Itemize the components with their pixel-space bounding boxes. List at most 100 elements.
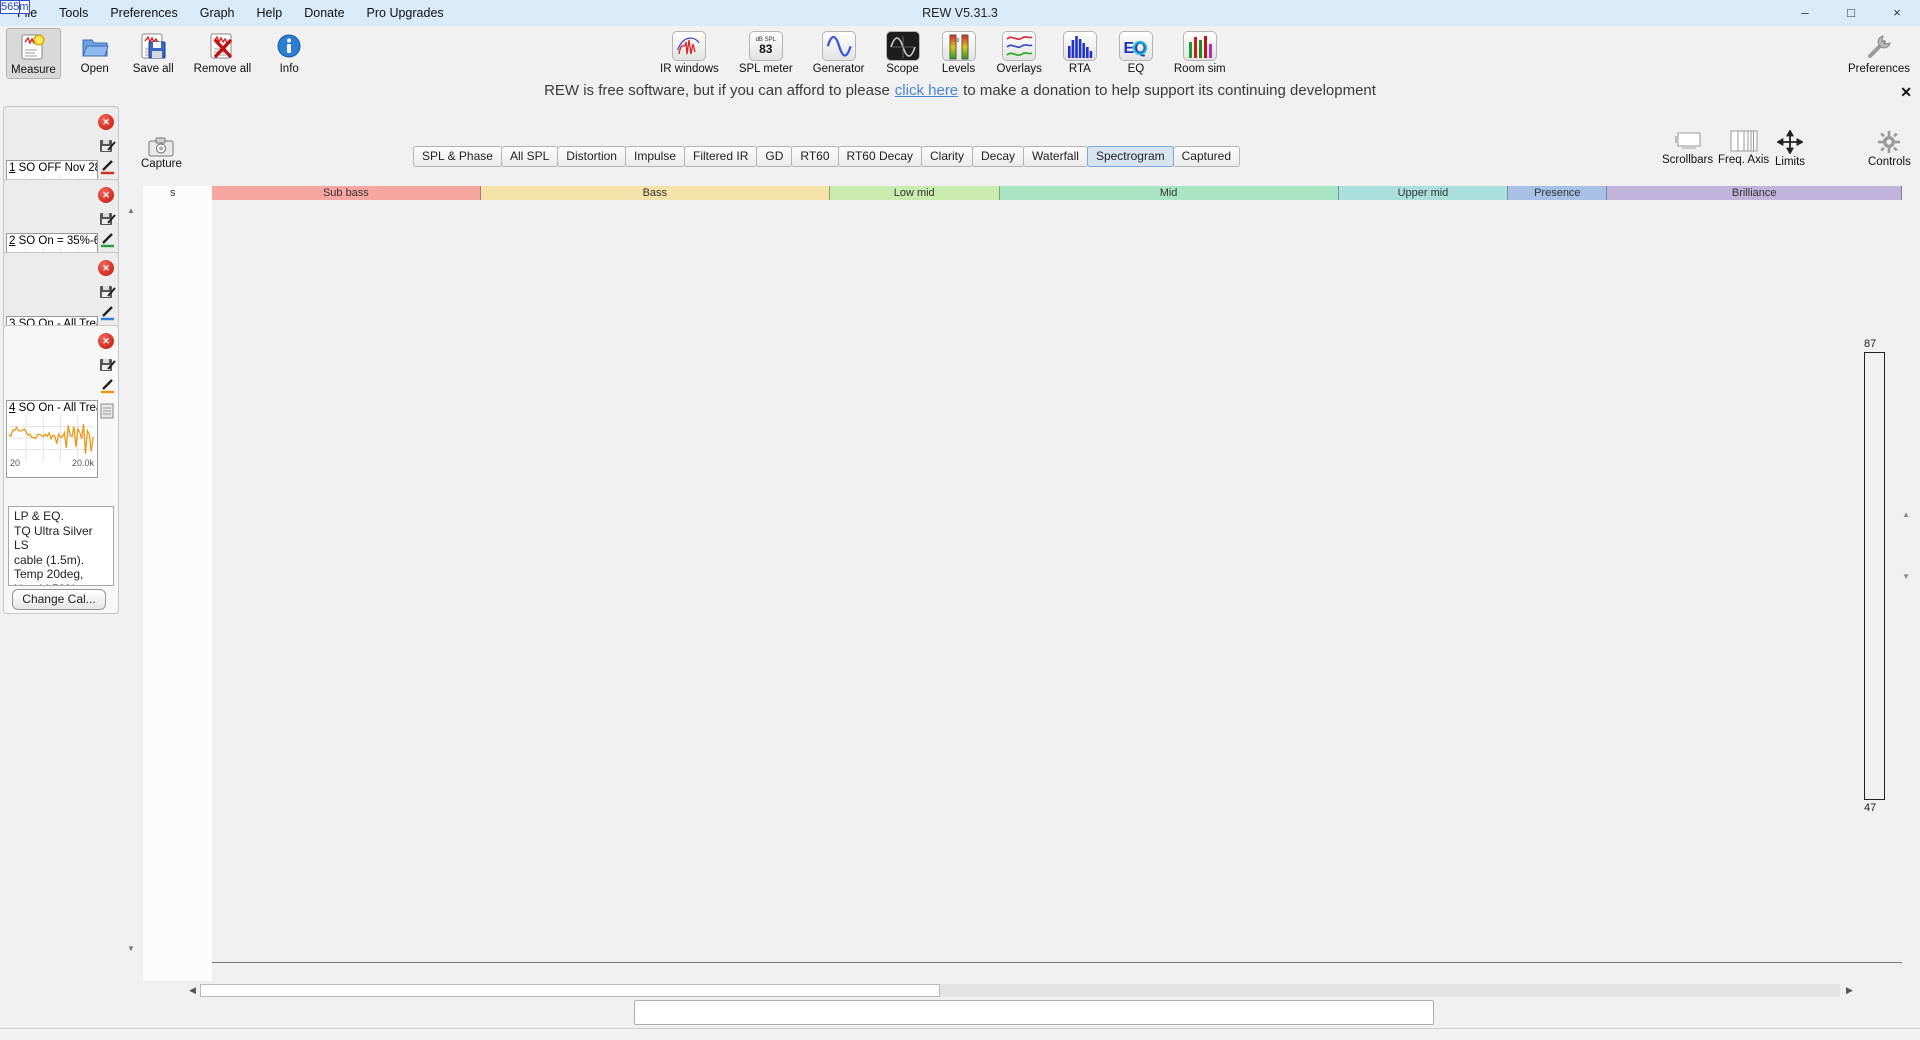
menu-preferences[interactable]: Preferences <box>99 0 188 26</box>
hscroll-thumb[interactable] <box>200 984 940 997</box>
measurement-sparkline <box>7 415 97 461</box>
toolbar-left-group: Measure Open Save all Remove all Info <box>6 28 311 79</box>
measure-button[interactable]: Measure <box>6 28 61 79</box>
tab-impulse[interactable]: Impulse <box>624 146 686 167</box>
freq-axis-label: Freq. Axis <box>1718 154 1770 166</box>
spl-meter-label: SPL meter <box>738 63 793 75</box>
preferences-icon <box>1861 30 1897 62</box>
notes-scroll-down-icon[interactable]: ▼ <box>1902 572 1910 581</box>
measurement-title: 4 SO On - All Treat <box>9 402 97 414</box>
save-measurement-icon[interactable] <box>99 211 116 226</box>
open-icon <box>77 30 113 62</box>
tab-captured[interactable]: Captured <box>1172 146 1241 167</box>
graph-tab-bar: SPL & Phase All SPL Distortion Impulse Filte… <box>413 146 1241 167</box>
eq-button[interactable]: EQ EQ <box>1114 28 1158 77</box>
trace-settings-icon[interactable] <box>99 233 116 248</box>
trace-settings-icon[interactable] <box>99 306 116 321</box>
scroll-up-icon[interactable]: ▲ <box>127 206 135 215</box>
overlays-label: Overlays <box>996 63 1042 75</box>
tab-filtered-ir[interactable]: Filtered IR <box>684 146 758 167</box>
window-buttons: – □ × <box>1782 0 1920 26</box>
menu-pro-upgrades[interactable]: Pro Upgrades <box>356 0 455 26</box>
preferences-button[interactable]: Preferences <box>1844 28 1914 77</box>
tab-rt60-decay[interactable]: RT60 Decay <box>837 146 922 167</box>
note-line: Humid 50%. <box>14 582 99 585</box>
close-button[interactable]: × <box>1874 0 1920 26</box>
tab-decay[interactable]: Decay <box>972 146 1025 167</box>
menu-donate[interactable]: Donate <box>293 0 355 26</box>
generator-button[interactable]: Generator <box>809 28 869 77</box>
y-axis-gutter <box>143 186 212 981</box>
save-measurement-icon[interactable] <box>99 284 116 299</box>
spectrogram-canvas[interactable] <box>212 200 1902 963</box>
menu-graph[interactable]: Graph <box>189 0 246 26</box>
thumbnail-axis-labels: 20 20.0k <box>7 458 97 469</box>
measurement-thumbnail-4[interactable]: 4 SO On - All Treat 20 20.0k <box>6 400 98 478</box>
hscroll-left-icon[interactable]: ◀ <box>189 984 196 997</box>
remove-all-button[interactable]: Remove all <box>190 28 256 79</box>
overlays-button[interactable]: Overlays <box>993 28 1046 77</box>
freq-axis-button[interactable]: Freq. Axis <box>1718 130 1769 166</box>
trace-settings-icon[interactable] <box>99 160 116 175</box>
status-bar <box>0 1028 1920 1040</box>
tab-spectrogram[interactable]: Spectrogram <box>1086 146 1174 167</box>
spl-meter-button[interactable]: dB SPL 83 SPL meter <box>735 28 797 77</box>
horizontal-scrollbar[interactable] <box>200 984 1840 997</box>
banner-text-after: to make a donation to help support its c… <box>963 82 1376 99</box>
controls-button[interactable]: Controls <box>1868 130 1911 168</box>
maximize-button[interactable]: □ <box>1828 0 1874 26</box>
tab-clarity[interactable]: Clarity <box>921 146 974 167</box>
levels-label: Levels <box>941 63 976 75</box>
title-bar: FileToolsPreferencesGraphHelpDonatePro U… <box>0 0 1920 26</box>
remove-measurement-icon[interactable]: ✕ <box>98 187 114 203</box>
notes-icon[interactable] <box>100 403 117 419</box>
menu-tools[interactable]: Tools <box>48 0 99 26</box>
banner-close-icon[interactable]: ✕ <box>1900 84 1912 101</box>
tab-distortion[interactable]: Distortion <box>557 146 626 167</box>
scrollbars-button[interactable]: Scrollbars <box>1662 130 1713 166</box>
trace-settings-icon[interactable] <box>99 379 116 394</box>
hscroll-right-icon[interactable]: ▶ <box>1846 984 1853 997</box>
tab-gd[interactable]: GD <box>756 146 793 167</box>
save-all-button[interactable]: Save all <box>129 28 178 79</box>
remove-measurement-icon[interactable]: ✕ <box>98 260 114 276</box>
limits-icon <box>1777 130 1804 154</box>
tab-waterfall[interactable]: Waterfall <box>1023 146 1088 167</box>
band-presence: Presence <box>1508 186 1608 200</box>
measurement-notes[interactable]: LP & EQ. TQ Ultra Silver LS cable (1.5m). T… <box>8 506 114 586</box>
notes-scroll-up-icon[interactable]: ▲ <box>1902 510 1910 519</box>
limits-button[interactable]: Limits <box>1775 130 1805 168</box>
donate-link[interactable]: click here <box>895 82 958 99</box>
scope-button[interactable]: Scope <box>881 28 925 77</box>
band-mid: Mid <box>999 186 1339 200</box>
thumb-x-start: 20 <box>10 458 21 468</box>
change-cal-button[interactable]: Change Cal... <box>12 589 106 610</box>
measurement-title: 2 SO On = 35%-65 <box>9 235 97 247</box>
room-sim-button[interactable]: Room sim <box>1170 28 1230 77</box>
open-button[interactable]: Open <box>73 28 117 79</box>
banner-text-before: REW is free software, but if you can aff… <box>544 82 890 99</box>
save-measurement-icon[interactable] <box>99 357 116 372</box>
info-button[interactable]: Info <box>267 28 311 79</box>
capture-button[interactable]: Capture <box>141 136 182 170</box>
limits-label: Limits <box>1775 156 1806 168</box>
save-measurement-icon[interactable] <box>99 138 116 153</box>
tab-all-spl[interactable]: All SPL <box>500 146 559 167</box>
menu-help[interactable]: Help <box>246 0 294 26</box>
rta-button[interactable]: RTA <box>1058 28 1102 77</box>
remove-measurement-icon[interactable]: ✕ <box>98 333 114 349</box>
tab-rt60[interactable]: RT60 <box>791 146 839 167</box>
note-line: TQ Ultra Silver LS <box>14 523 93 553</box>
spl-meter-icon: dB SPL 83 <box>748 30 784 62</box>
levels-button[interactable]: 0 Levels <box>937 28 981 77</box>
eq-label: EQ <box>1127 63 1145 75</box>
remove-measurement-icon[interactable]: ✕ <box>98 114 114 130</box>
tab-spl-phase[interactable]: SPL & Phase <box>413 146 502 167</box>
minimize-button[interactable]: – <box>1782 0 1828 26</box>
freq-axis-icon <box>1730 130 1758 152</box>
scroll-down-icon[interactable]: ▼ <box>127 944 135 953</box>
open-label: Open <box>80 63 109 75</box>
ir-windows-label: IR windows <box>660 63 719 75</box>
spectrogram-plot[interactable] <box>212 200 1902 963</box>
ir-windows-button[interactable]: IR windows <box>656 28 723 77</box>
